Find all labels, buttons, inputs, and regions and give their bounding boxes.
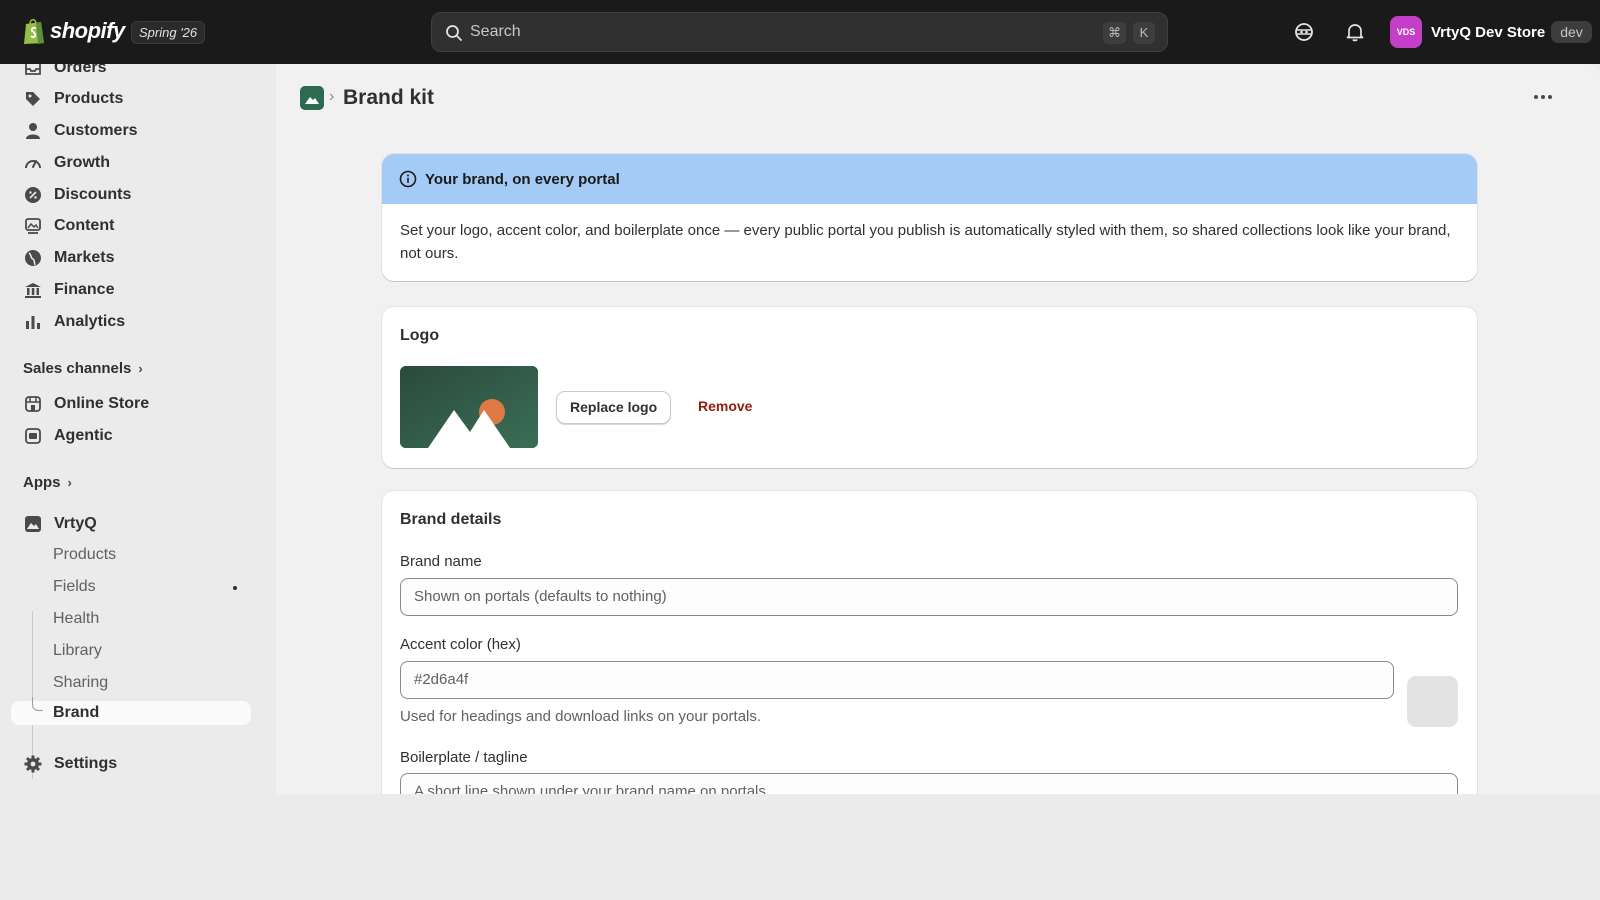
more-dot <box>233 586 237 590</box>
sidebar-item-products[interactable]: Products <box>23 87 123 111</box>
brand-details-title: Brand details <box>400 511 502 528</box>
sidebar-item-agentic[interactable]: Agentic <box>23 424 113 448</box>
gauge-icon <box>25 160 41 169</box>
replace-logo-button[interactable]: Replace logo <box>556 391 672 424</box>
search-icon <box>446 25 462 41</box>
inbox-icon <box>25 64 41 75</box>
search-placeholder: Search <box>470 23 521 40</box>
shopify-logo[interactable]: shopify <box>22 17 125 45</box>
subnav-sharing[interactable]: Sharing <box>53 674 108 692</box>
subnav-health[interactable]: Health <box>53 610 99 628</box>
sidekick-icon[interactable] <box>1292 20 1316 44</box>
sidebar-item-analytics[interactable]: Analytics <box>23 310 125 334</box>
dev-badge: dev <box>1551 21 1592 43</box>
shopify-wordmark: shopify <box>50 18 125 43</box>
agent-icon <box>25 428 41 444</box>
accent-color-help: Used for headings and download links on … <box>400 708 762 725</box>
sidebar-item-discounts[interactable]: Discounts <box>23 183 131 207</box>
shortcut-cmd-key: ⌘ <box>1103 22 1126 44</box>
subnav-fields[interactable]: Fields <box>53 578 96 596</box>
info-icon <box>399 170 417 188</box>
chevron-right-icon: › <box>138 361 143 376</box>
boilerplate-input[interactable]: A short line shown under your brand name… <box>400 773 1458 794</box>
app-icon[interactable] <box>300 86 324 110</box>
chevron-right-icon: › <box>67 475 72 490</box>
bar-chart-icon <box>26 316 40 329</box>
sidebar-item-finance[interactable]: Finance <box>23 278 114 302</box>
discount-icon <box>25 187 41 203</box>
subnav-library[interactable]: Library <box>53 642 102 660</box>
breadcrumb-chevron-icon: › <box>329 88 335 105</box>
remove-logo-button[interactable]: Remove <box>698 398 752 414</box>
page-title: Brand kit <box>343 86 435 109</box>
shopify-bag-icon <box>24 18 44 44</box>
sidebar-item-online-store[interactable]: Online Store <box>23 392 149 416</box>
subnav-brand[interactable]: Brand <box>11 697 251 725</box>
boilerplate-label: Boilerplate / tagline <box>400 749 528 766</box>
brand-details-card: Brand details Brand name Shown on portal… <box>382 491 1477 794</box>
subnav-connector <box>32 697 43 711</box>
mountain-image-icon <box>25 516 41 532</box>
main-content: › Brand kit Your brand, on every portal … <box>276 64 1600 794</box>
banner-body: Set your logo, accent color, and boilerp… <box>400 222 1451 262</box>
shortcut-k-key: K <box>1133 22 1155 44</box>
sidebar-item-vrtyq[interactable]: VrtyQ <box>23 512 97 536</box>
store-icon <box>25 396 41 412</box>
accent-color-label: Accent color (hex) <box>400 636 521 653</box>
banner-header: Your brand, on every portal <box>382 154 1477 204</box>
sidebar: Orders Products Customers Growth Discoun… <box>0 64 276 794</box>
store-name: VrtyQ Dev Store <box>1431 23 1546 41</box>
sidebar-item-growth[interactable]: Growth <box>23 151 110 175</box>
tag-icon <box>26 92 40 106</box>
bell-icon[interactable] <box>1343 20 1367 44</box>
accent-color-input[interactable]: #2d6a4f <box>400 661 1394 699</box>
store-switcher[interactable]: VDS VrtyQ Dev Store dev <box>1390 16 1592 48</box>
person-icon <box>26 123 40 139</box>
version-badge: Spring '26 <box>131 21 206 44</box>
sidebar-item-content[interactable]: Content <box>23 214 114 238</box>
bank-icon <box>25 283 41 298</box>
sales-channels-header[interactable]: Sales channels › <box>23 360 143 377</box>
apps-header[interactable]: Apps › <box>23 474 72 491</box>
banner-title: Your brand, on every portal <box>425 170 620 188</box>
brand-name-input[interactable]: Shown on portals (defaults to nothing) <box>400 578 1458 616</box>
mountain-image-icon <box>305 97 319 104</box>
store-avatar: VDS <box>1390 16 1422 48</box>
logo-card-title: Logo <box>400 327 440 344</box>
sidebar-item-settings[interactable]: Settings <box>23 752 117 776</box>
accent-color-swatch[interactable] <box>1407 676 1458 727</box>
logo-card: Logo Replace logo Remove <box>382 307 1477 468</box>
logo-preview <box>400 366 538 448</box>
top-bar: shopify Spring '26 Search ⌘ K VDS VrtyQ … <box>0 0 1600 64</box>
brand-name-label: Brand name <box>400 553 482 570</box>
search-bar[interactable]: Search ⌘ K <box>431 12 1168 52</box>
subnav-products[interactable]: Products <box>53 546 116 564</box>
mountain-logo-image <box>400 366 538 448</box>
image-icon <box>25 218 41 234</box>
more-actions-icon[interactable] <box>1534 95 1552 99</box>
info-banner: Your brand, on every portal Set your log… <box>382 154 1477 281</box>
sidebar-item-orders[interactable]: Orders <box>23 64 106 80</box>
gear-icon <box>24 755 42 773</box>
sidebar-item-markets[interactable]: Markets <box>23 246 114 270</box>
sidebar-item-customers[interactable]: Customers <box>23 119 138 143</box>
globe-icon <box>25 250 41 266</box>
